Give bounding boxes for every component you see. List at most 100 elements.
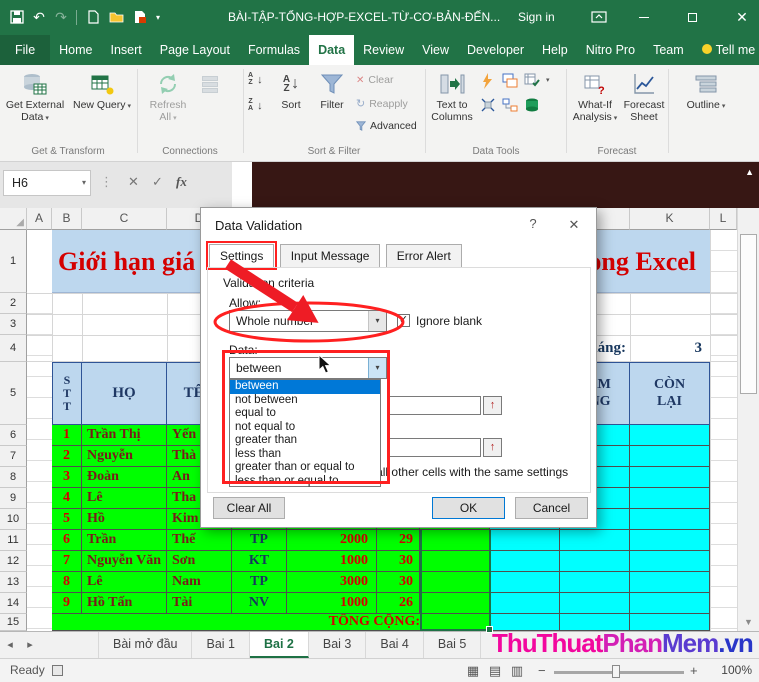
sheet-tab-bai-1[interactable]: Bai 1 bbox=[192, 632, 250, 658]
dropdown-option-greater-equal[interactable]: greater than or equal to bbox=[230, 461, 380, 475]
sheet-cell[interactable]: TP bbox=[232, 530, 287, 551]
dialog-help-button[interactable]: ? bbox=[523, 216, 543, 231]
sheet-cell[interactable]: 30 bbox=[377, 572, 420, 593]
month-value-cell[interactable]: 3 bbox=[630, 335, 703, 362]
sheet-cell[interactable]: 7 bbox=[52, 551, 82, 572]
col-header-k[interactable]: K bbox=[630, 208, 710, 230]
dropdown-option-greater-than[interactable]: greater than bbox=[230, 434, 380, 448]
dialog-tab-settings[interactable]: Settings bbox=[205, 241, 278, 270]
tab-formulas[interactable]: Formulas bbox=[239, 35, 309, 65]
consolidate-icon[interactable] bbox=[480, 97, 496, 113]
get-external-data-button[interactable]: Get External Data ▾ bbox=[2, 69, 68, 143]
col-header-c[interactable]: C bbox=[82, 208, 167, 230]
tab-developer[interactable]: Developer bbox=[458, 35, 533, 65]
ribbon-display-options-button[interactable] bbox=[588, 8, 610, 26]
export-doc-button[interactable] bbox=[130, 8, 150, 26]
sheet-cell[interactable]: 2 bbox=[52, 446, 82, 467]
maximize-button[interactable] bbox=[680, 8, 704, 26]
row-header-8[interactable]: 8 bbox=[0, 467, 27, 488]
data-dropdown[interactable]: between ▾ bbox=[229, 357, 387, 379]
sheet-cell[interactable] bbox=[630, 551, 710, 572]
sheet-cell[interactable] bbox=[420, 530, 490, 551]
caret-down-icon[interactable]: ▾ bbox=[546, 73, 550, 89]
collapse-dialog-button[interactable]: ↑ bbox=[483, 438, 502, 457]
sheet-cell[interactable] bbox=[490, 530, 560, 551]
text-to-columns-button[interactable]: Text to Columns bbox=[428, 69, 476, 143]
sort-descending-button[interactable]: Z A ↓ bbox=[248, 98, 263, 112]
tell-me-box[interactable]: Tell me bbox=[693, 35, 759, 65]
sheet-cell[interactable]: 29 bbox=[377, 530, 420, 551]
new-query-button[interactable]: New Query ▾ bbox=[70, 69, 134, 143]
relationships-icon[interactable] bbox=[502, 97, 518, 113]
tab-data[interactable]: Data bbox=[309, 35, 355, 65]
sheet-cell[interactable] bbox=[630, 509, 710, 530]
connections-small-buttons[interactable] bbox=[202, 75, 218, 94]
sheet-cell[interactable] bbox=[490, 593, 560, 614]
total-cell[interactable]: TỔNG CỘNG: bbox=[52, 614, 490, 631]
undo-button[interactable]: ↶ bbox=[30, 8, 48, 26]
name-box[interactable]: H6 ▾ bbox=[3, 170, 91, 196]
header-con-lai[interactable]: CÒN LẠI bbox=[630, 362, 710, 425]
row-header-7[interactable]: 7 bbox=[0, 446, 27, 467]
tab-home[interactable]: Home bbox=[50, 35, 101, 65]
sheet-cell[interactable] bbox=[560, 593, 630, 614]
data-model-icon[interactable] bbox=[524, 97, 540, 113]
sheet-cell[interactable] bbox=[490, 551, 560, 572]
select-all-corner[interactable]: ◢ bbox=[0, 208, 27, 230]
dropdown-option-not-equal-to[interactable]: not equal to bbox=[230, 421, 380, 435]
tab-nitro-pro[interactable]: Nitro Pro bbox=[577, 35, 644, 65]
sheet-cell[interactable]: Trần Thị bbox=[82, 425, 167, 446]
tab-team[interactable]: Team bbox=[644, 35, 693, 65]
tab-view[interactable]: View bbox=[413, 35, 458, 65]
tab-page-layout[interactable]: Page Layout bbox=[151, 35, 239, 65]
clear-filter-button[interactable]: ✕ Clear bbox=[356, 74, 393, 86]
quick-access-caret[interactable]: ▾ bbox=[152, 8, 164, 26]
row-header-3[interactable]: 3 bbox=[0, 314, 27, 335]
sort-ascending-button[interactable]: A Z ↓ bbox=[248, 72, 263, 86]
sheet-cell[interactable] bbox=[630, 467, 710, 488]
sheet-cell[interactable]: 5 bbox=[52, 509, 82, 530]
vertical-scrollbar[interactable]: ▼ bbox=[737, 208, 759, 631]
col-header-l[interactable]: L bbox=[710, 208, 737, 230]
dropdown-option-equal-to[interactable]: equal to bbox=[230, 407, 380, 421]
sheet-cell[interactable] bbox=[420, 551, 490, 572]
scroll-down-icon[interactable]: ▼ bbox=[744, 617, 753, 627]
sheet-cell[interactable]: Nguyễn Văn bbox=[82, 551, 167, 572]
formula-input[interactable] bbox=[232, 162, 252, 208]
sheet-cell[interactable] bbox=[560, 572, 630, 593]
macro-record-icon[interactable] bbox=[52, 665, 63, 676]
refresh-all-button[interactable]: Refresh All ▾ bbox=[142, 69, 194, 143]
sheet-cell[interactable] bbox=[420, 593, 490, 614]
row-header-11[interactable]: 11 bbox=[0, 530, 27, 551]
data-validation-icon[interactable] bbox=[524, 73, 540, 89]
sheet-cell[interactable]: Sơn bbox=[167, 551, 232, 572]
collapse-dialog-button[interactable]: ↑ bbox=[483, 396, 502, 415]
row-header-6[interactable]: 6 bbox=[0, 425, 27, 446]
sheet-cell[interactable]: 2000 bbox=[287, 530, 377, 551]
row-header-9[interactable]: 9 bbox=[0, 488, 27, 509]
clear-all-button[interactable]: Clear All bbox=[213, 497, 285, 519]
sheet-cell[interactable]: 1000 bbox=[287, 551, 377, 572]
splitter-icon[interactable]: ⋮ bbox=[100, 174, 113, 190]
close-button[interactable]: ✕ bbox=[730, 8, 754, 26]
sheet-cell[interactable]: 26 bbox=[377, 593, 420, 614]
allow-dropdown[interactable]: Whole number ▾ bbox=[229, 310, 387, 332]
ignore-blank-checkbox[interactable]: ✓ Ignore blank bbox=[397, 313, 482, 328]
advanced-filter-button[interactable]: Advanced bbox=[356, 120, 417, 132]
sheet-tab-bai-5[interactable]: Bai 5 bbox=[424, 632, 482, 658]
row-header-4[interactable]: 4 bbox=[0, 335, 27, 362]
reapply-button[interactable]: ↻ Reapply bbox=[356, 97, 408, 111]
scrollbar-thumb[interactable] bbox=[740, 234, 757, 394]
sheet-cell[interactable] bbox=[630, 530, 710, 551]
page-layout-view-button[interactable]: ▤ bbox=[485, 662, 505, 680]
enter-icon[interactable]: ✓ bbox=[152, 174, 163, 190]
sheet-tab-bai-mo-dau[interactable]: Bài mở đầu bbox=[98, 632, 193, 658]
save-button[interactable] bbox=[8, 8, 26, 26]
dropdown-arrow-icon[interactable]: ▾ bbox=[368, 311, 386, 331]
sheet-cell[interactable]: 3 bbox=[52, 467, 82, 488]
dropdown-option-between[interactable]: between bbox=[230, 380, 380, 394]
dialog-tab-input-message[interactable]: Input Message bbox=[279, 244, 381, 267]
sheet-cell[interactable]: 8 bbox=[52, 572, 82, 593]
filter-button[interactable]: Filter bbox=[312, 69, 352, 143]
sheet-cell[interactable]: NV bbox=[232, 593, 287, 614]
